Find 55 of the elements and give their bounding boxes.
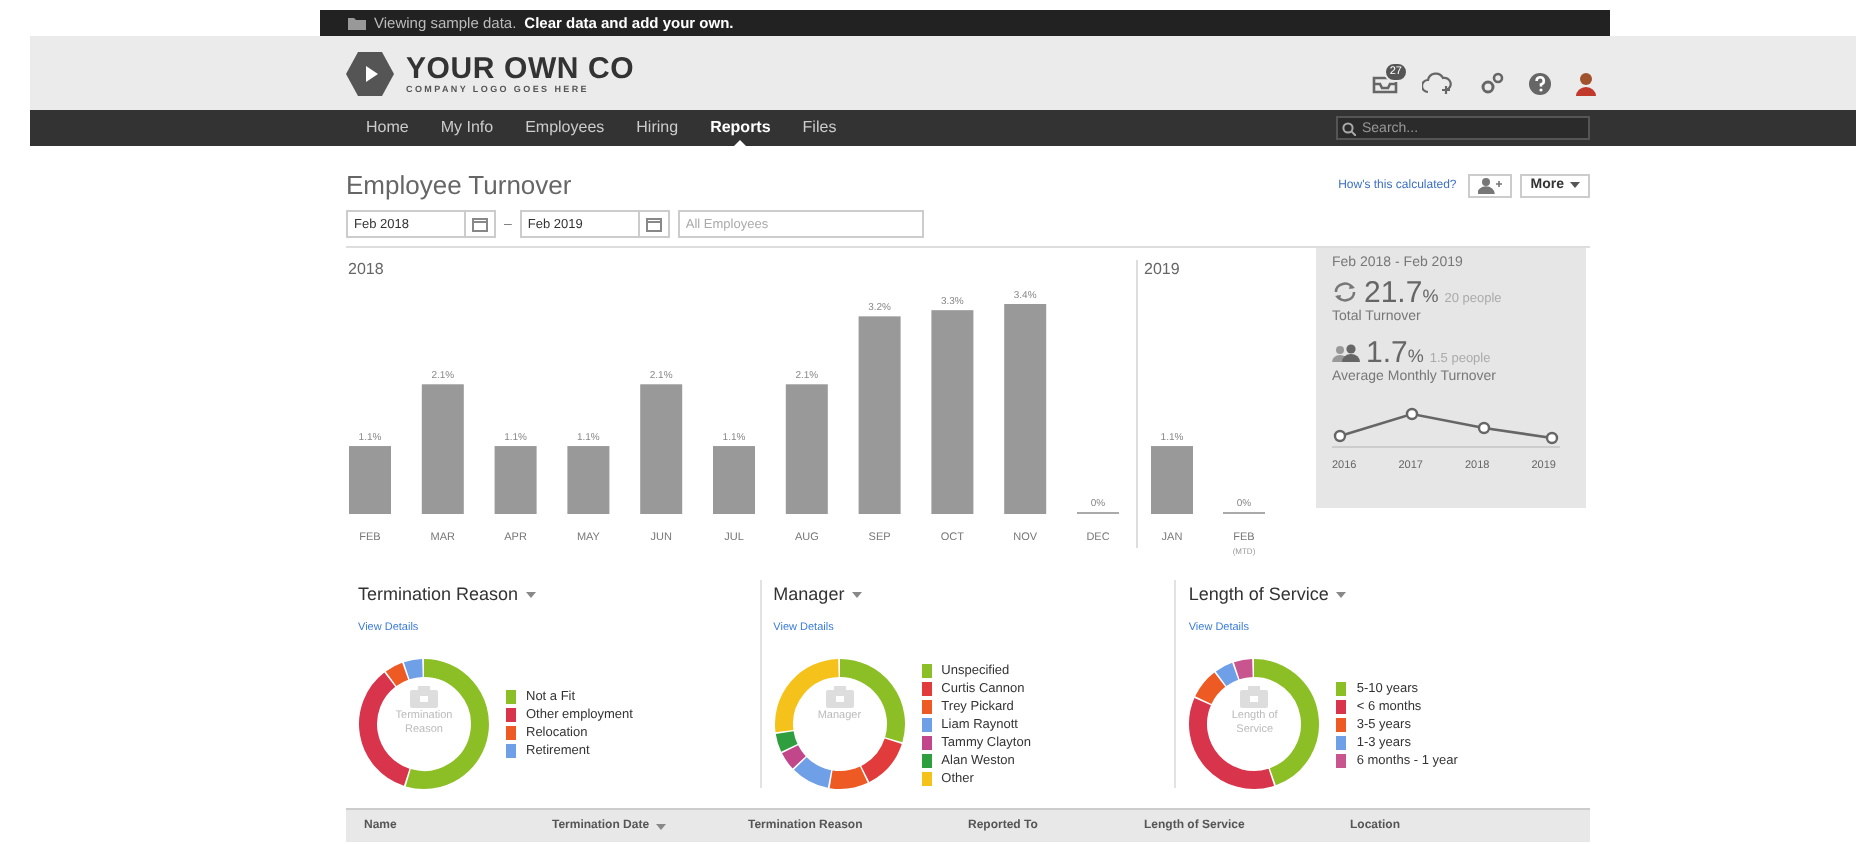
company-name: YOUR OWN CO bbox=[406, 53, 635, 83]
refresh-icon bbox=[1332, 282, 1358, 302]
year-label: 2018 bbox=[348, 260, 386, 278]
donut-segment[interactable] bbox=[1196, 672, 1227, 705]
donut-segment[interactable] bbox=[1216, 662, 1240, 687]
gears-icon[interactable] bbox=[1480, 72, 1504, 94]
folder-icon bbox=[348, 16, 366, 30]
donut-segment[interactable] bbox=[781, 744, 806, 769]
add-person-button[interactable] bbox=[1468, 173, 1513, 197]
bar[interactable] bbox=[858, 316, 901, 514]
breakdown-title[interactable]: Length of Service bbox=[1188, 584, 1329, 604]
nav-tab[interactable]: Employees bbox=[525, 110, 605, 146]
nav-tab[interactable]: Files bbox=[802, 110, 837, 146]
caret-icon bbox=[655, 823, 666, 829]
help-icon[interactable] bbox=[1528, 71, 1552, 95]
search-icon bbox=[1342, 122, 1356, 136]
bar[interactable] bbox=[785, 384, 828, 514]
average-turnover-value: 1.7 bbox=[1366, 338, 1408, 368]
breakdown-title[interactable]: Termination Reason bbox=[358, 584, 519, 604]
logo-icon bbox=[346, 51, 394, 95]
breakdown-title[interactable]: Manager bbox=[773, 584, 845, 604]
user-avatar[interactable] bbox=[1576, 71, 1596, 95]
percent-unit: % bbox=[1422, 286, 1439, 306]
nav-tab[interactable]: Hiring bbox=[636, 110, 679, 146]
add-person-icon bbox=[1478, 177, 1503, 193]
year-label: 2019 bbox=[1144, 260, 1182, 278]
donut-segment[interactable] bbox=[775, 730, 797, 752]
bar[interactable] bbox=[640, 384, 683, 514]
nav-tab[interactable]: My Info bbox=[440, 110, 494, 146]
bar[interactable] bbox=[931, 310, 974, 514]
calendar-icon[interactable] bbox=[472, 217, 488, 231]
total-turnover-value: 21.7 bbox=[1364, 278, 1423, 308]
inbox-icon[interactable] bbox=[1372, 72, 1398, 94]
percent-unit: % bbox=[1407, 346, 1424, 366]
bar[interactable] bbox=[1004, 304, 1047, 514]
bar[interactable] bbox=[421, 384, 464, 514]
nav-tab[interactable]: Home bbox=[366, 110, 409, 146]
page-title: Employee Turnover bbox=[346, 170, 572, 200]
cloud-plus-icon[interactable] bbox=[1422, 72, 1456, 94]
donut-segment[interactable] bbox=[386, 662, 409, 687]
caret-icon bbox=[1336, 591, 1347, 597]
caret-icon bbox=[1570, 182, 1580, 188]
donut-segment[interactable] bbox=[1234, 659, 1254, 680]
donut-segment[interactable] bbox=[404, 659, 423, 680]
donut-segment[interactable] bbox=[860, 738, 901, 782]
bar[interactable] bbox=[494, 446, 537, 514]
people-icon bbox=[1332, 344, 1360, 362]
donut-segment[interactable] bbox=[793, 756, 832, 788]
caret-icon bbox=[526, 591, 537, 597]
nav-tab[interactable]: Reports bbox=[710, 110, 771, 146]
donut-segment[interactable] bbox=[1189, 698, 1275, 789]
calendar-icon[interactable] bbox=[645, 217, 662, 231]
donut-segment[interactable] bbox=[829, 766, 867, 789]
caret-icon bbox=[852, 591, 863, 597]
bar[interactable] bbox=[567, 446, 610, 514]
